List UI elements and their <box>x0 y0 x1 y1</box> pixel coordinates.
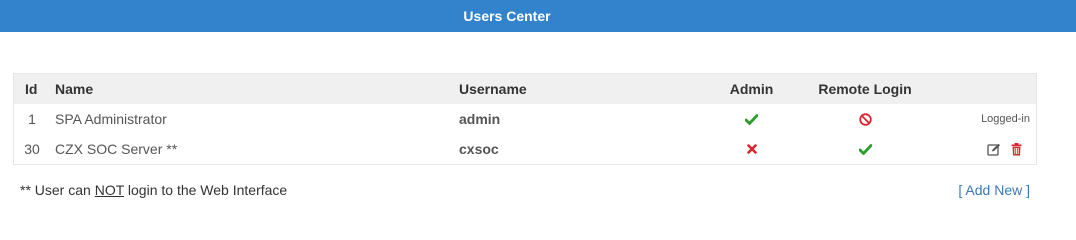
remote-login-status <box>814 104 916 134</box>
user-name: SPA Administrator <box>55 111 167 127</box>
column-header-remote-login: Remote Login <box>818 81 912 97</box>
check-icon <box>745 113 758 125</box>
user-id: 1 <box>28 111 36 127</box>
cross-icon <box>746 144 757 154</box>
user-name: CZX SOC Server ** <box>55 141 178 157</box>
column-header-username: Username <box>459 81 527 97</box>
table-row: 1 SPA Administrator admin Logged-in <box>14 104 1036 134</box>
user-username: admin <box>459 111 501 127</box>
trash-icon[interactable] <box>1011 142 1022 156</box>
table-row: 30 CZX SOC Server ** cxsoc <box>14 134 1036 164</box>
footnote-emphasis: NOT <box>94 182 125 198</box>
add-new-link[interactable]: [ Add New ] <box>958 182 1030 198</box>
row-actions <box>987 134 1030 164</box>
user-status-cell: Logged-in <box>981 104 1030 134</box>
column-header-name: Name <box>55 81 94 97</box>
edit-icon[interactable] <box>987 143 1001 156</box>
footnote-suffix: login to the Web Interface <box>124 182 288 198</box>
user-id: 30 <box>24 141 40 157</box>
admin-status <box>714 104 789 134</box>
column-header-admin: Admin <box>729 81 774 97</box>
admin-status <box>714 134 789 164</box>
check-icon <box>858 143 872 155</box>
user-username: cxsoc <box>459 141 499 157</box>
table-header: Id Name Username Admin Remote Login <box>14 74 1036 104</box>
users-table: Id Name Username Admin Remote Login 1 SP… <box>13 73 1037 165</box>
ban-icon <box>858 112 872 126</box>
logged-in-label: Logged-in <box>981 113 1030 125</box>
footnote: ** User can NOT login to the Web Interfa… <box>20 182 287 198</box>
remote-login-status <box>814 134 916 164</box>
top-header-bar: Users Center <box>0 0 1076 32</box>
page-title: Users Center <box>463 8 551 24</box>
column-header-id: Id <box>25 81 38 97</box>
footnote-prefix: ** User can <box>20 182 95 198</box>
